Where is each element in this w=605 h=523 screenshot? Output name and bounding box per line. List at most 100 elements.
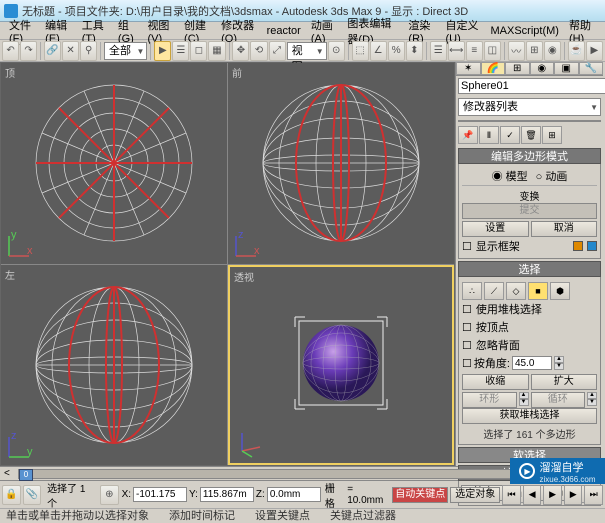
- tab-motion[interactable]: ◉: [530, 62, 555, 75]
- add-time-tag[interactable]: 添加时间标记: [169, 509, 235, 522]
- quick-render-button[interactable]: ▶: [586, 41, 603, 61]
- menu-maxscript[interactable]: MAXScript(M): [486, 25, 564, 37]
- configure-sets-button[interactable]: ⊞: [542, 126, 562, 144]
- key-filter-label[interactable]: 关键点过滤器: [330, 509, 396, 522]
- cage-color-2[interactable]: [587, 241, 597, 251]
- angle-spinner[interactable]: [512, 356, 552, 370]
- bind-button[interactable]: ⚲: [80, 41, 97, 61]
- window-crossing-button[interactable]: ▦: [208, 41, 225, 61]
- tab-create[interactable]: ✶: [456, 62, 481, 75]
- by-angle-checkbox[interactable]: ☐: [462, 357, 472, 370]
- settings-button[interactable]: 设置: [462, 221, 529, 237]
- by-vertex-checkbox[interactable]: ☐: [462, 321, 472, 334]
- mirror-button[interactable]: ⟷: [448, 41, 465, 61]
- viewport-perspective[interactable]: 透视: [228, 265, 454, 466]
- set-key-label[interactable]: 设置关键点: [255, 509, 310, 522]
- modifier-list-combo[interactable]: 修改器列表: [458, 98, 601, 116]
- rollout-edit-mode-header[interactable]: 编辑多边形模式: [458, 148, 601, 164]
- wireframe-sphere-left: [24, 275, 204, 455]
- grow-button[interactable]: 扩大: [531, 374, 598, 390]
- ref-coord-combo[interactable]: 视图: [287, 42, 327, 60]
- selection-filter-combo[interactable]: 全部: [104, 42, 147, 60]
- lock-icon[interactable]: 📎: [23, 485, 42, 505]
- get-stack-sel-button[interactable]: 获取堆栈选择: [462, 408, 597, 424]
- object-name-input[interactable]: [458, 78, 605, 94]
- svg-text:z: z: [11, 431, 17, 442]
- tab-display[interactable]: ▣: [554, 62, 579, 75]
- pivot-button[interactable]: ⊙: [328, 41, 345, 61]
- modifier-stack[interactable]: ◇编辑多边形 ◇对称 ◇编辑网格 ◇Sphere: [458, 120, 601, 122]
- ring-button[interactable]: 环形: [462, 392, 517, 408]
- viewport-top[interactable]: 顶 yx: [1, 63, 227, 264]
- material-editor-button[interactable]: ◉: [544, 41, 561, 61]
- scale-button[interactable]: ⤢: [269, 41, 286, 61]
- redo-button[interactable]: ↷: [20, 41, 37, 61]
- prev-frame-button[interactable]: ◀: [523, 485, 542, 505]
- render-scene-button[interactable]: ☕: [568, 41, 585, 61]
- time-marker[interactable]: 0: [19, 469, 33, 481]
- subobj-element[interactable]: ⬢: [550, 282, 570, 300]
- menu-group[interactable]: 组(G): [113, 17, 143, 45]
- undo-button[interactable]: ↶: [2, 41, 19, 61]
- subobj-polygon[interactable]: ■: [528, 282, 548, 300]
- curve-editor-button[interactable]: 〰: [508, 41, 525, 61]
- submit-button[interactable]: 提交: [462, 203, 597, 219]
- select-name-button[interactable]: ☰: [172, 41, 189, 61]
- play-button[interactable]: ▶: [543, 485, 562, 505]
- snap-toggle[interactable]: ⬚: [352, 41, 369, 61]
- angle-snap[interactable]: ∠: [370, 41, 387, 61]
- radio-model[interactable]: ◉ 模型: [492, 168, 528, 184]
- remove-modifier-button[interactable]: 🗑: [521, 126, 541, 144]
- show-cage-checkbox[interactable]: ☐: [462, 240, 472, 253]
- show-end-result-button[interactable]: Ⅱ: [479, 126, 499, 144]
- cancel-button[interactable]: 取消: [531, 221, 598, 237]
- viewport-left[interactable]: 左 zy: [1, 265, 227, 466]
- subobj-vertex[interactable]: ∴: [462, 282, 482, 300]
- tab-hierarchy[interactable]: ⊞: [505, 62, 530, 75]
- sel-locked-button[interactable]: 选定对象: [450, 487, 500, 503]
- subobj-border[interactable]: ◇: [506, 282, 526, 300]
- link-button[interactable]: 🔗: [44, 41, 61, 61]
- shrink-button[interactable]: 收缩: [462, 374, 529, 390]
- axis-gizmo-icon: zx: [232, 230, 262, 260]
- svg-text:y: y: [27, 446, 33, 458]
- wireframe-sphere-top: [24, 73, 204, 253]
- schematic-button[interactable]: ⊞: [526, 41, 543, 61]
- lock-selection-button[interactable]: 🔒: [2, 485, 21, 505]
- loop-button[interactable]: 循环: [531, 392, 586, 408]
- pin-stack-button[interactable]: 📌: [458, 126, 478, 144]
- rollout-selection-header[interactable]: 选择: [458, 261, 601, 277]
- align-button[interactable]: ≡: [466, 41, 483, 61]
- make-unique-button[interactable]: ✓: [500, 126, 520, 144]
- cage-color-1[interactable]: [573, 241, 583, 251]
- tab-utilities[interactable]: 🔧: [579, 62, 604, 75]
- status-toolbar: 🔒 📎 选择了 1 个 ⊕ X: Y: Z: 栅格 = 10.0mm 自动关键点…: [0, 480, 605, 508]
- select-button[interactable]: ▶: [154, 41, 171, 61]
- tab-modify[interactable]: 🌈: [481, 62, 506, 75]
- spinner-snap[interactable]: ⬍: [406, 41, 423, 61]
- unlink-button[interactable]: ✕: [62, 41, 79, 61]
- subobj-edge[interactable]: ⟋: [484, 282, 504, 300]
- goto-start-button[interactable]: ⏮: [502, 485, 521, 505]
- spinner-down[interactable]: ▼: [554, 363, 564, 370]
- viewport-front[interactable]: 前 zx: [228, 63, 454, 264]
- use-stack-sel-checkbox[interactable]: ☐: [462, 303, 472, 316]
- radio-anim[interactable]: ○ 动画: [536, 168, 568, 184]
- layers-button[interactable]: ◫: [484, 41, 501, 61]
- auto-key-button[interactable]: 自动关键点: [392, 487, 448, 503]
- transform-type-button[interactable]: ⊕: [100, 485, 119, 505]
- convert-label: 变换: [462, 185, 597, 203]
- viewport-front-label: 前: [232, 65, 242, 80]
- ignore-back-checkbox[interactable]: ☐: [462, 339, 472, 352]
- next-frame-button[interactable]: ▶: [564, 485, 583, 505]
- move-button[interactable]: ✥: [232, 41, 249, 61]
- menu-reactor[interactable]: reactor: [262, 25, 306, 37]
- svg-text:x: x: [254, 245, 260, 257]
- modifier-item: ◇编辑多边形: [459, 121, 600, 122]
- spinner-up[interactable]: ▲: [554, 356, 564, 363]
- percent-snap[interactable]: %: [388, 41, 405, 61]
- select-region-button[interactable]: ◻: [190, 41, 207, 61]
- rotate-button[interactable]: ⟲: [250, 41, 267, 61]
- goto-end-button[interactable]: ⏭: [584, 485, 603, 505]
- named-sel-button[interactable]: ☰: [430, 41, 447, 61]
